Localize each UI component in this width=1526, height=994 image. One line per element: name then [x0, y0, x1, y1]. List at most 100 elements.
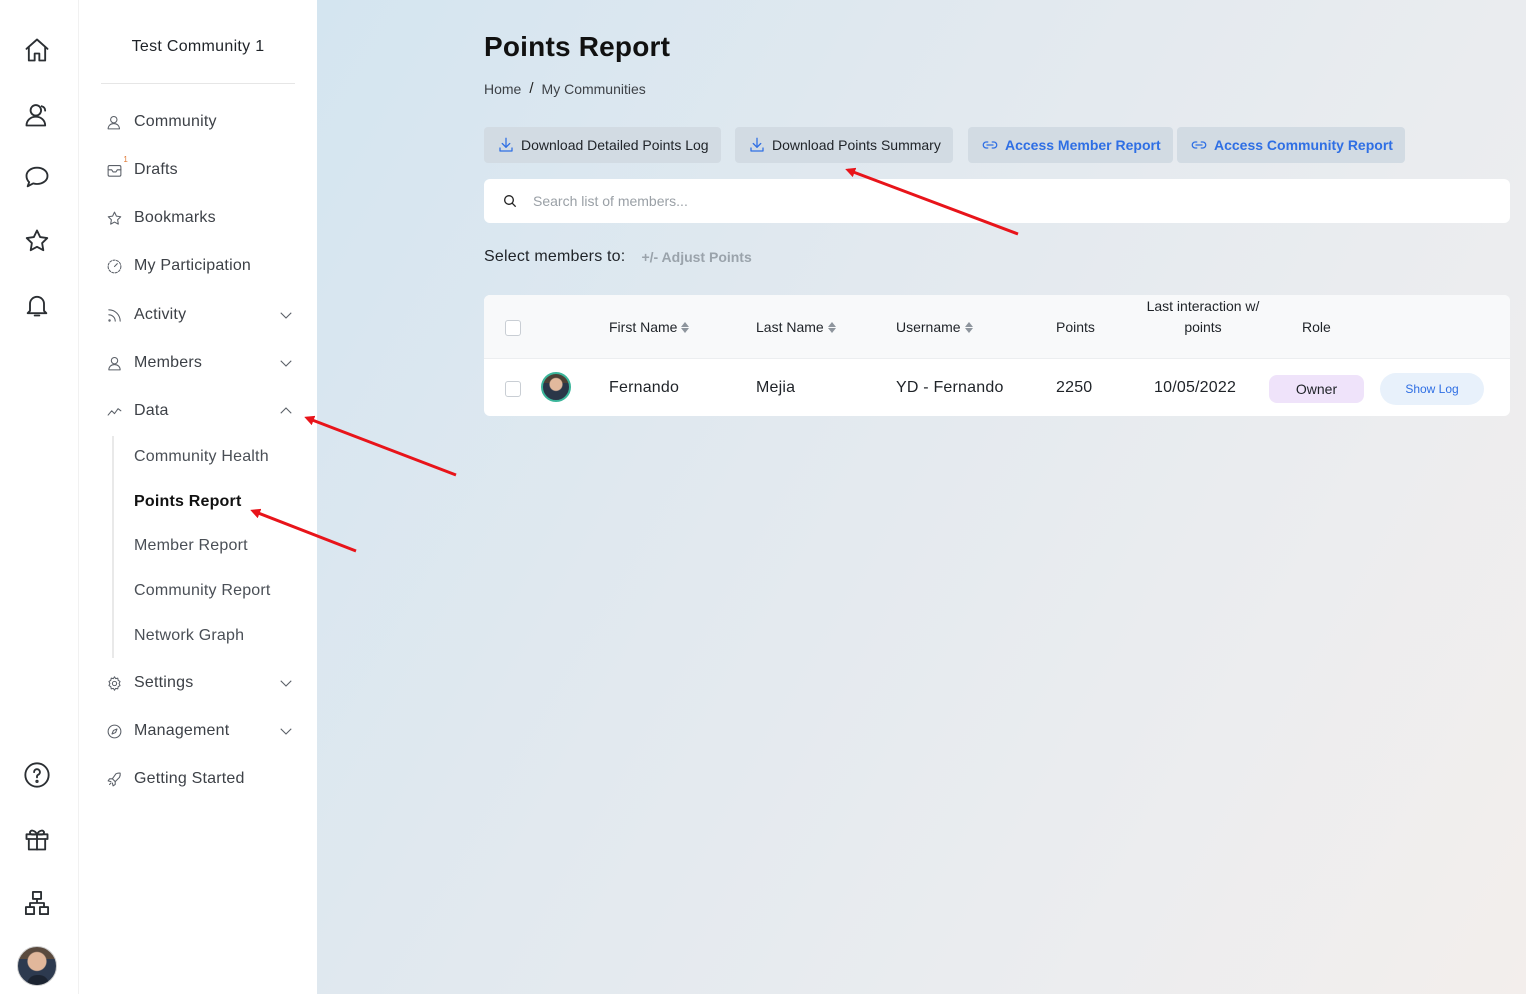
column-label: Role: [1302, 319, 1331, 335]
chevron-down-icon[interactable]: [277, 674, 295, 692]
trend-line-icon: [105, 402, 123, 420]
chevron-up-icon[interactable]: [277, 402, 295, 420]
sidebar-item-management[interactable]: Management: [105, 717, 295, 745]
sidebar-item-label: My Participation: [134, 257, 252, 274]
link-icon: [982, 141, 998, 149]
members-points-table: First Name Last Name Username Points Las…: [484, 295, 1510, 416]
button-label: Access Community Report: [1214, 137, 1393, 153]
sidebar-subitem-points-report[interactable]: Points Report: [134, 493, 242, 511]
gift-icon[interactable]: [22, 824, 52, 854]
sidebar-subitem-community-report[interactable]: Community Report: [134, 582, 271, 600]
org-chart-icon[interactable]: [22, 888, 52, 918]
cell-username: YD - Fernando: [896, 379, 1004, 396]
column-username[interactable]: Username: [896, 319, 974, 335]
sidebar-item-drafts[interactable]: 1 Drafts: [105, 156, 295, 184]
user-icon: [105, 354, 123, 372]
sidebar-item-label: Activity: [134, 306, 187, 323]
sidebar-item-participation[interactable]: My Participation: [105, 252, 295, 280]
download-detailed-log-button[interactable]: Download Detailed Points Log: [484, 127, 721, 163]
cell-points: 2250: [1056, 379, 1093, 396]
column-points: Points: [1056, 319, 1095, 335]
user-avatar[interactable]: [17, 946, 57, 986]
column-last-interaction: Last interaction w/ points: [1146, 298, 1260, 335]
sidebar-item-data[interactable]: Data: [105, 397, 295, 425]
button-label: Access Member Report: [1005, 137, 1161, 153]
sidebar-item-label: Settings: [134, 674, 194, 691]
search-input[interactable]: [533, 193, 1433, 209]
adjust-points-button[interactable]: +/- Adjust Points: [641, 249, 751, 265]
drafts-badge: 1: [123, 155, 128, 164]
cell-last-interaction: 10/05/2022: [1154, 379, 1237, 396]
sidebar-subitem-member-report[interactable]: Member Report: [134, 537, 248, 555]
chevron-down-icon[interactable]: [277, 306, 295, 324]
column-label: First Name: [609, 319, 678, 335]
main-content: Points Report Home / My Communities Down…: [317, 0, 1526, 994]
users-icon: [105, 113, 123, 131]
inbox-icon: 1: [105, 156, 128, 179]
bell-icon[interactable]: [22, 290, 52, 320]
help-circle-icon[interactable]: [22, 760, 52, 790]
member-avatar: [541, 372, 571, 402]
cell-first-name: Fernando: [609, 379, 680, 396]
sidebar-item-label: Members: [134, 354, 203, 371]
sidebar-subitem-community-health[interactable]: Community Health: [134, 448, 269, 466]
button-label: Download Points Summary: [772, 137, 941, 153]
table-header: First Name Last Name Username Points Las…: [484, 295, 1510, 359]
search-icon: [504, 195, 517, 208]
speedometer-icon: [105, 257, 123, 275]
star-icon[interactable]: [22, 226, 52, 256]
sidebar-item-label: Data: [134, 402, 169, 419]
cell-last-name: Mejia: [756, 379, 796, 396]
community-sidebar: Test Community 1 Community 1 Drafts Book…: [78, 0, 317, 994]
sidebar-item-label: Drafts: [134, 161, 178, 178]
page-title: Points Report: [484, 31, 671, 62]
sidebar-item-settings[interactable]: Settings: [105, 669, 295, 697]
column-label: Last Name: [756, 319, 824, 335]
sidebar-item-members[interactable]: Members: [105, 349, 295, 377]
select-all-checkbox[interactable]: [505, 320, 521, 336]
user-group-icon[interactable]: [22, 100, 52, 130]
column-label: Username: [896, 319, 961, 335]
access-member-report-button[interactable]: Access Member Report: [968, 127, 1173, 163]
bulk-action-row: Select members to: +/- Adjust Points: [484, 248, 752, 266]
download-icon: [750, 137, 764, 152]
submenu-guide-line: [112, 436, 114, 658]
star-outline-icon: [105, 209, 123, 227]
chevron-down-icon[interactable]: [277, 354, 295, 372]
sidebar-item-getting-started[interactable]: Getting Started: [105, 765, 295, 793]
sort-icon[interactable]: [827, 320, 837, 334]
sidebar-divider: [101, 83, 295, 84]
rocket-icon: [105, 770, 123, 788]
breadcrumb-home[interactable]: Home: [484, 81, 521, 97]
link-icon: [1191, 141, 1207, 149]
sidebar-item-activity[interactable]: Activity: [105, 301, 295, 329]
chat-bubble-icon[interactable]: [22, 162, 52, 192]
sidebar-subitem-network-graph[interactable]: Network Graph: [134, 627, 244, 645]
row-checkbox[interactable]: [505, 381, 521, 397]
breadcrumb-separator: /: [529, 80, 534, 97]
sidebar-item-label: Getting Started: [134, 770, 245, 787]
column-label: Points: [1056, 319, 1095, 335]
sort-icon[interactable]: [681, 320, 690, 334]
access-community-report-button[interactable]: Access Community Report: [1177, 127, 1405, 163]
column-last-name[interactable]: Last Name: [756, 319, 837, 335]
member-search-bar: [484, 179, 1510, 223]
select-members-label: Select members to:: [484, 248, 626, 265]
compass-icon: [105, 722, 123, 740]
column-first-name[interactable]: First Name: [609, 319, 690, 335]
sidebar-item-bookmarks[interactable]: Bookmarks: [105, 204, 295, 232]
breadcrumb-my-communities[interactable]: My Communities: [542, 81, 646, 97]
sidebar-item-community[interactable]: Community: [105, 108, 295, 136]
sidebar-item-label: Community: [134, 113, 217, 130]
gear-icon: [105, 674, 123, 692]
role-badge: Owner: [1269, 375, 1364, 403]
show-log-button[interactable]: Show Log: [1380, 373, 1484, 405]
download-points-summary-button[interactable]: Download Points Summary: [735, 127, 953, 163]
download-icon: [499, 137, 513, 152]
sidebar-item-label: Management: [134, 722, 230, 739]
chevron-down-icon[interactable]: [277, 722, 295, 740]
home-icon[interactable]: [22, 35, 52, 65]
rss-icon: [105, 306, 123, 324]
sidebar-item-label: Bookmarks: [134, 209, 216, 226]
sort-icon[interactable]: [964, 320, 974, 334]
